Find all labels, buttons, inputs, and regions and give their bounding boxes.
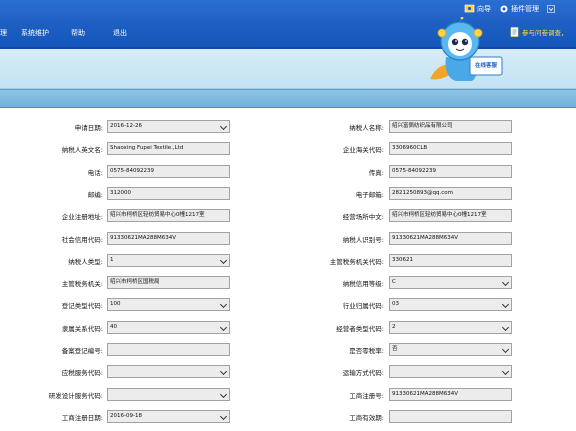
survey-icon	[510, 27, 519, 37]
form-label-right-6: 主管税务机关代码:	[329, 258, 384, 266]
select-right-9[interactable]: 2	[389, 321, 512, 334]
guide-link[interactable]: 向导	[464, 4, 491, 14]
input-right-12[interactable]: 91330621MA288M634V	[389, 388, 512, 401]
input-right-4[interactable]: 绍兴市柯桥区轻纺贸易中心0幢1217室	[389, 209, 512, 222]
select-right-10[interactable]: 否	[389, 343, 512, 356]
form-label-right-4: 经营场所中文:	[342, 213, 384, 221]
input-right-0[interactable]: 绍兴富佩纺织品有限公司	[389, 120, 512, 133]
form-label-right-7: 纳税信用等级:	[342, 280, 384, 288]
plugin-manage-link[interactable]: 插件管理	[499, 4, 539, 14]
form-label-right-13: 工商有效期:	[349, 414, 384, 422]
form-label-right-11: 运输方式代码:	[342, 369, 384, 377]
survey-link[interactable]: 参与问卷调查，	[510, 27, 568, 37]
input-right-2[interactable]: 0575-84092239	[389, 165, 512, 178]
input-right-5[interactable]: 91330621MA288M634V	[389, 232, 512, 245]
mascot-customer-service[interactable]: 在线客服	[426, 16, 504, 89]
nav-item-system-maintenance[interactable]: 系统维护	[21, 28, 49, 38]
guide-icon	[464, 4, 475, 14]
form-label-right-8: 行业归属代码:	[342, 302, 384, 310]
select-right-7[interactable]: C	[389, 276, 512, 289]
plugin-icon	[499, 4, 509, 14]
input-right-1[interactable]: 3306960CLB	[389, 142, 512, 155]
survey-text: 参与问卷调查，	[522, 29, 568, 37]
mascot-sign-label: 在线客服	[474, 63, 497, 69]
dropdown-arrow-icon	[547, 5, 555, 13]
form-label-right-0: 纳税人名称:	[349, 124, 384, 132]
nav-item-help[interactable]: 帮助	[71, 28, 85, 38]
nav-item-manage[interactable]: 理	[0, 28, 7, 38]
input-right-6[interactable]: 330621	[389, 254, 512, 267]
main-nav: 理 系统维护 帮助 退出	[0, 28, 127, 38]
form-label-right-10: 是否零税率:	[349, 347, 384, 355]
form-label-right-1: 企业海关代码:	[342, 146, 384, 154]
select-right-8[interactable]: 03	[389, 298, 512, 311]
header-dropdown[interactable]	[547, 5, 555, 13]
form-label-right-5: 纳税人识别号:	[342, 236, 384, 244]
plugin-manage-label: 插件管理	[511, 5, 539, 13]
form-label-right-9: 经营者类型代码:	[336, 325, 384, 333]
title-strip	[0, 89, 576, 108]
guide-label: 向导	[477, 5, 491, 13]
form-label-right-12: 工商注册号:	[349, 392, 384, 400]
select-right-11[interactable]	[389, 365, 512, 378]
input-right-3[interactable]: 2821250893@qq.com	[389, 187, 512, 200]
input-right-13[interactable]	[389, 410, 512, 423]
form-label-right-2: 传真:	[368, 169, 384, 177]
top-links: 向导 插件管理	[464, 4, 563, 14]
taxpayer-info-form: 申请日期: 2016-12-26 纳税人名称: 绍兴富佩纺织品有限公司 纳税人英文名: S…	[0, 108, 576, 431]
nav-item-exit[interactable]: 退出	[113, 28, 127, 38]
form-label-right-3: 电子邮箱:	[355, 191, 384, 199]
